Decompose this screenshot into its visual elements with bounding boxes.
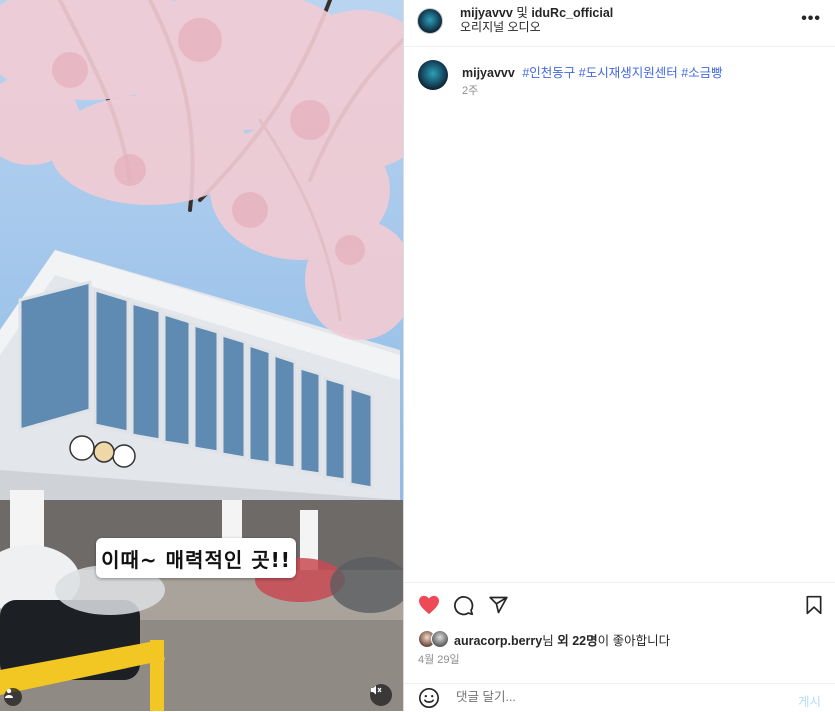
avatar[interactable] xyxy=(417,8,443,34)
likes-summary: auracorp.berry님 외 22명이 좋아합니다 xyxy=(418,629,670,649)
bookmark-icon[interactable] xyxy=(805,595,823,615)
mute-button[interactable] xyxy=(370,684,392,706)
send-icon[interactable] xyxy=(488,595,509,615)
tagged-users-button[interactable] xyxy=(4,688,22,706)
comment-input[interactable] xyxy=(454,689,778,705)
post-comment-button[interactable]: 게시 xyxy=(798,691,821,710)
liker-username[interactable]: auracorp.berry xyxy=(454,634,542,648)
action-bar: auracorp.berry님 외 22명이 좋아합니다 4월 29일 게시 xyxy=(404,582,835,711)
muted-speaker-icon xyxy=(371,685,382,695)
hashtag-link[interactable]: #인천동구 xyxy=(522,66,575,80)
comment-icon[interactable] xyxy=(453,595,474,616)
video-text-overlay: 이때~ 매력적인 곳!! xyxy=(96,538,296,578)
hashtag-link[interactable]: #도시재생지원센터 xyxy=(579,66,678,80)
caption-avatar[interactable] xyxy=(418,60,448,90)
post-media[interactable]: 이때~ 매력적인 곳!! xyxy=(0,0,403,711)
ellipsis-icon[interactable]: ••• xyxy=(801,11,821,27)
person-icon xyxy=(5,688,13,698)
audio-link[interactable]: 오리지널 오디오 xyxy=(460,18,541,35)
smiley-icon[interactable] xyxy=(418,687,440,709)
likes-text: auracorp.berry님 외 22명이 좋아합니다 xyxy=(454,630,670,649)
likes-count-link[interactable]: 외 22명 xyxy=(557,634,597,648)
caption: mijyavvv #인천동구 #도시재생지원센터 #소금빵 xyxy=(462,62,723,81)
liker-avatar[interactable] xyxy=(431,630,449,648)
post-details-panel: mijyavvv 및 iduRc_official 오리지널 오디오 ••• m… xyxy=(403,0,835,711)
hashtag-link[interactable]: #소금빵 xyxy=(681,66,722,80)
media-scene xyxy=(0,0,403,711)
caption-time: 2주 xyxy=(462,85,479,97)
heart-filled-icon[interactable] xyxy=(418,595,440,615)
likes-tail: 이 좋아합니다 xyxy=(597,633,671,648)
caption-username[interactable]: mijyavvv xyxy=(462,66,515,80)
coauthor-link[interactable]: iduRc_official xyxy=(531,6,613,20)
post-date: 4월 29일 xyxy=(418,654,460,666)
likes-suffix: 님 xyxy=(542,633,554,648)
post-header: mijyavvv 및 iduRc_official 오리지널 오디오 ••• xyxy=(404,0,835,47)
